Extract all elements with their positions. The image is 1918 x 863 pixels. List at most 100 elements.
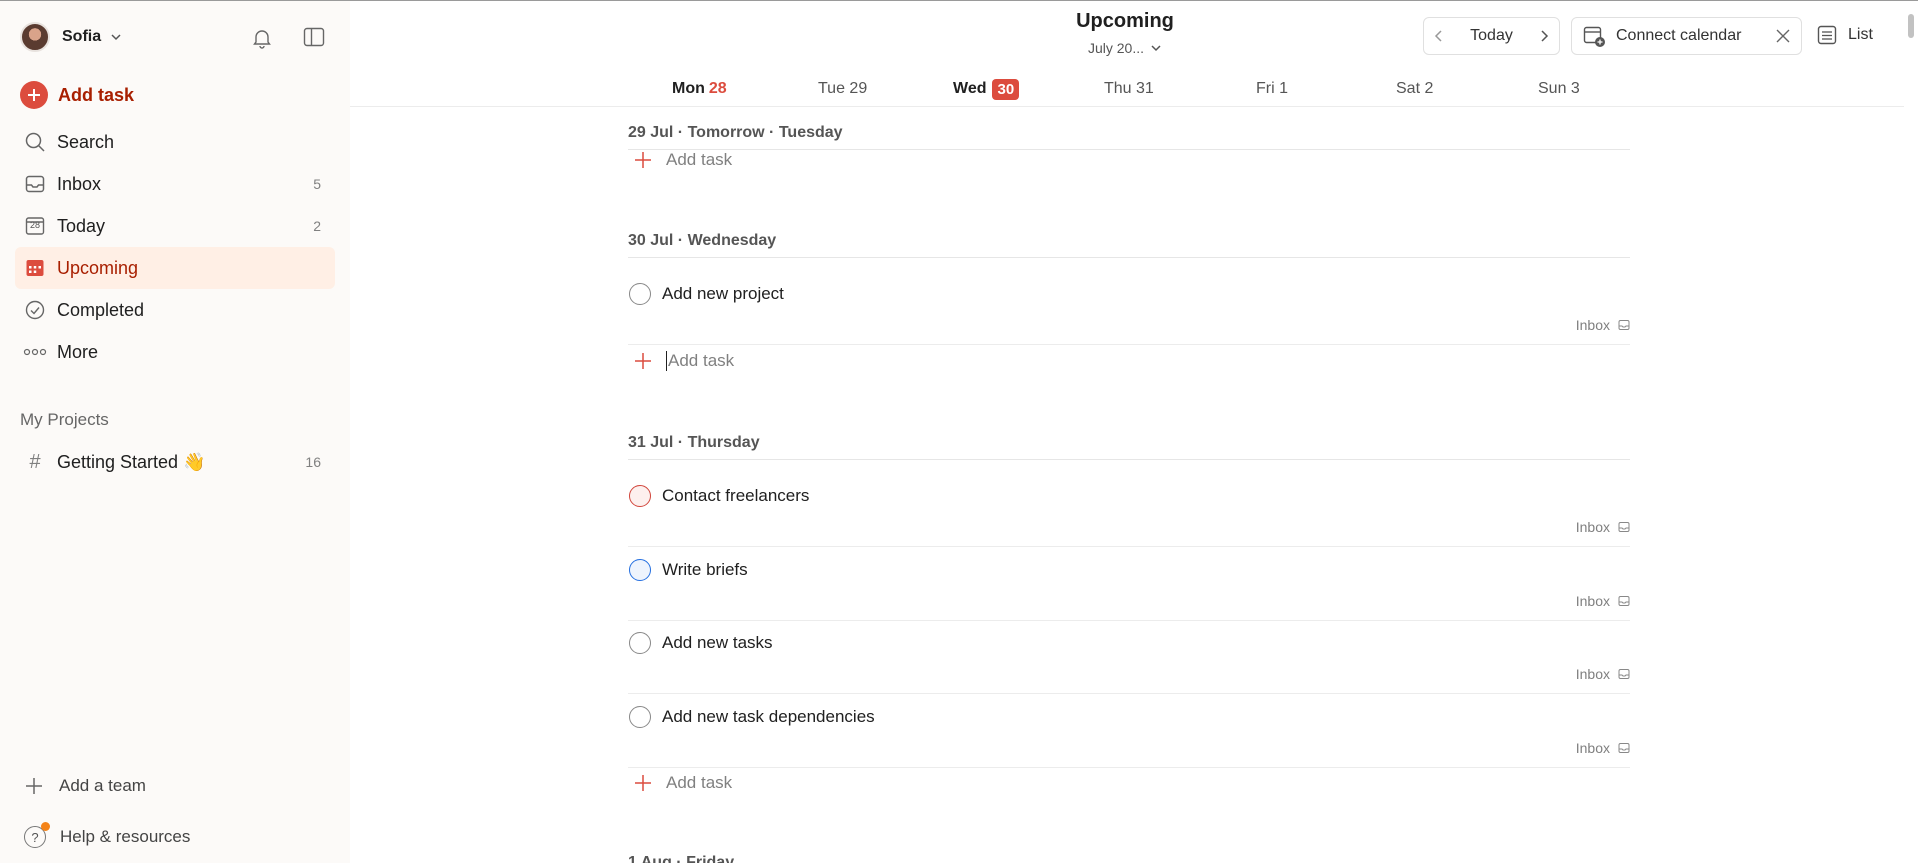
- date-navigation: Today: [1423, 17, 1560, 55]
- task-checkbox[interactable]: [629, 485, 651, 507]
- scrollbar[interactable]: [1904, 0, 1918, 863]
- month-picker[interactable]: July 20...: [1050, 40, 1200, 56]
- sidebar-item-today[interactable]: 28 Today 2: [15, 205, 335, 247]
- chevron-down-icon: [111, 34, 121, 41]
- day-label: Sun 3: [1538, 80, 1580, 97]
- add-task-row[interactable]: Add task: [628, 768, 732, 798]
- project-name: Inbox: [1575, 593, 1610, 609]
- user-menu[interactable]: Sofia: [20, 20, 330, 54]
- list-label: List: [1848, 26, 1873, 43]
- task-project[interactable]: Inbox: [1576, 519, 1630, 535]
- day-sun[interactable]: Sun 3: [1538, 76, 1580, 102]
- check-circle-icon: [23, 298, 47, 322]
- task-project[interactable]: Inbox: [1576, 666, 1630, 682]
- day-label: Wed: [953, 80, 987, 97]
- day-fri[interactable]: Fri 1: [1256, 76, 1288, 102]
- today-day-number: 28: [29, 220, 40, 230]
- task-title: Add new tasks: [662, 633, 773, 652]
- day-number: 28: [708, 80, 727, 97]
- sidebar-item-label: More: [57, 341, 99, 362]
- sidebar-item-upcoming[interactable]: Upcoming: [15, 247, 335, 289]
- more-dots-icon: [23, 340, 47, 364]
- today-button[interactable]: Today: [1470, 27, 1513, 45]
- add-task-label: Add task: [58, 84, 135, 105]
- plus-icon: [635, 152, 651, 168]
- task-title: Add new task dependencies: [662, 707, 875, 726]
- help-resources-button[interactable]: ? Help & resources: [24, 822, 190, 848]
- close-icon[interactable]: [1775, 28, 1791, 44]
- task-item[interactable]: Add new tasks Inbox: [628, 620, 1630, 694]
- sidebar-item-completed[interactable]: Completed: [15, 289, 335, 331]
- date-heading: 29 Jul · Tomorrow · Tuesday: [628, 116, 1630, 150]
- inbox-icon: [1618, 596, 1630, 606]
- sidebar-toggle-icon[interactable]: [302, 25, 326, 49]
- task-checkbox[interactable]: [629, 706, 651, 728]
- project-name: Inbox: [1575, 519, 1610, 535]
- task-title: Contact freelancers: [662, 486, 810, 505]
- task-checkbox[interactable]: [629, 632, 651, 654]
- day-label: Thu 31: [1104, 80, 1154, 97]
- add-task-button[interactable]: Add task: [20, 80, 134, 110]
- date-heading: 31 Jul · Thursday: [628, 426, 1630, 460]
- sidebar: Sofia Add task Search Inbox 5 28 Today 2…: [0, 0, 350, 863]
- add-team-label: Add a team: [59, 776, 146, 795]
- view-list-button[interactable]: List: [1816, 24, 1873, 46]
- task-item[interactable]: Contact freelancers Inbox: [628, 473, 1630, 547]
- task-checkbox[interactable]: [629, 559, 651, 581]
- day-label: Sat 2: [1396, 80, 1434, 97]
- sidebar-item-inbox[interactable]: Inbox 5: [15, 163, 335, 205]
- task-project[interactable]: Inbox: [1576, 740, 1630, 756]
- day-mon[interactable]: Mon 28: [672, 76, 727, 102]
- task-item[interactable]: Add new task dependencies Inbox: [628, 694, 1630, 768]
- search-icon: [23, 130, 47, 154]
- add-task-label: Add task: [666, 773, 733, 792]
- inbox-icon: [23, 172, 47, 196]
- sidebar-item-more[interactable]: More: [15, 331, 335, 373]
- sidebar-item-label: Inbox: [57, 173, 102, 194]
- day-sat[interactable]: Sat 2: [1396, 76, 1433, 102]
- add-team-button[interactable]: Add a team: [25, 776, 146, 796]
- task-title: Write briefs: [662, 560, 748, 579]
- scrollbar-thumb[interactable]: [1908, 14, 1914, 38]
- chevron-right-icon[interactable]: [1537, 29, 1551, 43]
- task-item[interactable]: Write briefs Inbox: [628, 547, 1630, 621]
- day-label: Mon: [672, 80, 705, 97]
- task-project[interactable]: Inbox: [1576, 593, 1630, 609]
- calendar-add-icon: [1583, 26, 1605, 47]
- week-strip: Mon 28 Tue 29 Wed 30 Thu 31 Fri 1 Sat 2 …: [628, 76, 1628, 102]
- project-label: Getting Started 👋: [57, 451, 206, 472]
- plus-icon: [635, 775, 651, 791]
- help-icon: ?: [24, 822, 50, 848]
- sidebar-item-label: Upcoming: [57, 257, 139, 278]
- chevron-left-icon[interactable]: [1432, 29, 1446, 43]
- day-wed[interactable]: Wed 30: [953, 76, 1020, 102]
- sidebar-item-search[interactable]: Search: [15, 121, 335, 163]
- week-divider: [350, 106, 1918, 107]
- day-tue[interactable]: Tue 29: [818, 76, 867, 102]
- connect-calendar-button[interactable]: Connect calendar: [1571, 17, 1802, 55]
- project-name: Inbox: [1575, 666, 1610, 682]
- project-name: Inbox: [1575, 740, 1610, 756]
- sidebar-item-label: Today: [57, 215, 106, 236]
- plus-icon: [635, 353, 651, 369]
- plus-icon: [26, 778, 42, 794]
- chevron-down-icon: [1151, 45, 1161, 52]
- inbox-count: 5: [313, 176, 321, 192]
- window-top-border: [0, 0, 1918, 1]
- task-project[interactable]: Inbox: [1576, 317, 1630, 333]
- connect-calendar-label: Connect calendar: [1616, 27, 1742, 44]
- add-task-row[interactable]: Add task: [628, 145, 732, 175]
- day-label: Fri 1: [1256, 80, 1288, 97]
- bell-icon[interactable]: [250, 26, 274, 50]
- project-item-getting-started[interactable]: # Getting Started 👋 16: [15, 442, 335, 482]
- task-item[interactable]: Add new project Inbox: [628, 271, 1630, 345]
- project-name: Inbox: [1575, 317, 1610, 333]
- project-count: 16: [305, 454, 321, 470]
- day-thu[interactable]: Thu 31: [1104, 76, 1154, 102]
- add-task-row[interactable]: Add task: [628, 346, 734, 376]
- task-checkbox[interactable]: [629, 283, 651, 305]
- day-label: Tue 29: [818, 80, 868, 97]
- my-projects-heading[interactable]: My Projects: [20, 410, 109, 430]
- date-heading: 1 Aug · Friday: [628, 854, 735, 863]
- page-title: Upcoming: [1076, 10, 1174, 32]
